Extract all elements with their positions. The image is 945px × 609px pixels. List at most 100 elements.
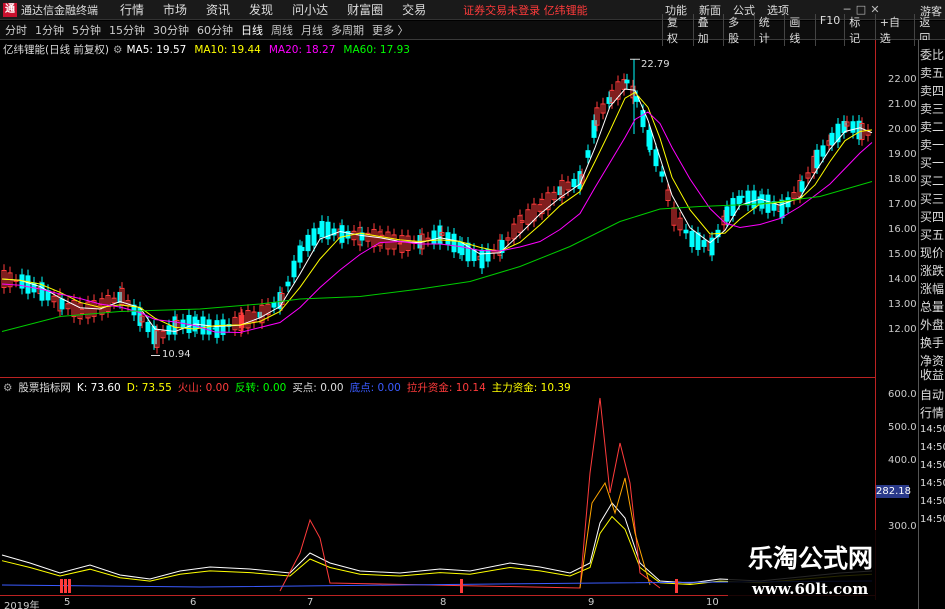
- ma5-value: MA5: 19.57: [126, 43, 187, 56]
- ma10-value: MA10: 19.44: [194, 43, 261, 56]
- ma20-line: [1, 111, 873, 334]
- candle-down: [829, 132, 835, 146]
- trade-time: 14:50: [920, 424, 945, 435]
- date-label: 8: [440, 597, 447, 608]
- indicator-name[interactable]: 股票指标网: [18, 380, 71, 395]
- low-price-label: 10.94: [162, 349, 191, 360]
- candle-down: [820, 145, 826, 157]
- candle-down: [799, 181, 805, 192]
- side-item: 买四: [920, 210, 945, 224]
- candle-down: [759, 194, 765, 209]
- candle-down: [850, 121, 856, 133]
- axis-label: 15.00: [888, 249, 917, 260]
- huoshan-value: 火山: 0.00: [177, 382, 230, 394]
- date-label: 2019年: [4, 601, 40, 609]
- candle-down: [339, 225, 345, 243]
- candle-down: [571, 178, 577, 188]
- candle-down: [431, 230, 437, 244]
- ma20-value: MA20: 18.27: [268, 43, 336, 56]
- axis-label: 22.00: [888, 74, 917, 85]
- candle-down: [166, 325, 172, 335]
- k-value: K: 73.60: [76, 381, 121, 394]
- date-label: 5: [64, 597, 71, 608]
- candle-down: [25, 275, 31, 294]
- candle-down: [59, 298, 65, 310]
- side-item[interactable]: 行情: [920, 404, 945, 421]
- side-item: 卖二: [920, 120, 945, 134]
- axis-label: 18.00: [888, 174, 917, 185]
- chedi-value: 底点: 0.00: [349, 382, 401, 394]
- axis-label: 21.00: [888, 99, 917, 110]
- candle-down: [683, 229, 689, 234]
- candle-down: [299, 246, 305, 252]
- gear-icon[interactable]: ⚙: [113, 44, 122, 56]
- candle-down: [214, 320, 220, 338]
- kline-chart[interactable]: [0, 0, 945, 609]
- candle-down: [311, 228, 317, 246]
- candle-down: [451, 233, 457, 253]
- side-item: 买五: [920, 228, 945, 242]
- candle-down: [751, 190, 757, 209]
- indicator-header: ⚙ 股票指标网 K: 73.60 D: 73.55 火山: 0.00 反转: 0…: [3, 380, 577, 395]
- fanzhuan-value: 反转: 0.00: [235, 382, 287, 394]
- axis-label: 13.00: [888, 299, 917, 310]
- side-item: 换手: [920, 336, 945, 350]
- candle-down: [779, 199, 785, 219]
- side-item: 现价: [920, 246, 945, 260]
- axis-label: 20.00: [888, 124, 917, 135]
- side-item: 卖四: [920, 84, 945, 98]
- candle-down: [271, 302, 277, 308]
- signal-bar: [675, 579, 678, 593]
- candle-down: [585, 150, 591, 158]
- trade-time: 14:50: [920, 442, 945, 453]
- panel-divider: [0, 377, 875, 378]
- candle-down: [739, 195, 745, 198]
- candle-down: [305, 234, 311, 252]
- maidian-value: 买点: 0.00: [292, 382, 344, 394]
- signal-bar: [64, 579, 67, 593]
- candle-down: [145, 321, 151, 333]
- candle-down: [814, 149, 820, 169]
- side-item: 买一: [920, 156, 945, 170]
- zhuli-value: 主力资金: 10.39: [491, 382, 571, 394]
- indicator-axis-label: 500.0: [888, 422, 917, 433]
- candle-down: [647, 133, 653, 150]
- side-item: 卖一: [920, 138, 945, 152]
- date-label: 7: [307, 597, 314, 608]
- signal-bar: [460, 579, 463, 593]
- side-item: 委比: [920, 48, 945, 62]
- trade-time: 14:50: [920, 478, 945, 489]
- watermark-title: 乐淘公式网: [748, 544, 874, 573]
- side-item: 买三: [920, 192, 945, 206]
- indicator-axis-label: 600.0: [888, 389, 917, 400]
- stock-name: 亿纬锂能(日线 前复权): [3, 44, 110, 56]
- candle-down: [689, 230, 695, 248]
- axis-label: 12.00: [888, 324, 917, 335]
- candle-down: [730, 198, 736, 216]
- side-item: 总量: [920, 300, 945, 314]
- candle-down: [695, 232, 701, 250]
- candle-down: [291, 260, 297, 278]
- side-item: 收益: [920, 368, 945, 382]
- side-item: 卖三: [920, 102, 945, 116]
- candle-down: [653, 149, 659, 167]
- candle-down: [319, 221, 325, 237]
- lashen-line: [279, 397, 661, 592]
- candle-down: [701, 240, 707, 247]
- trade-time: 14:50: [920, 514, 945, 525]
- side-item[interactable]: 自动: [920, 386, 945, 403]
- side-item: 卖五: [920, 66, 945, 80]
- kline-header: 亿纬锂能(日线 前复权) ⚙ MA5: 19.57 MA10: 19.44 MA…: [3, 42, 418, 57]
- watermark-url: www.60lt.com: [752, 580, 869, 598]
- trade-time: 14:50: [920, 460, 945, 471]
- signal-bar: [68, 579, 71, 593]
- signal-bar: [60, 579, 63, 593]
- trade-time: 14:50: [920, 496, 945, 507]
- candle-down: [724, 206, 730, 222]
- side-item: 外盘: [920, 318, 945, 332]
- gear-icon[interactable]: ⚙: [3, 382, 12, 394]
- axis-label: 16.00: [888, 224, 917, 235]
- side-item: 涨跌: [920, 264, 945, 278]
- ma60-value: MA60: 17.93: [343, 43, 410, 56]
- candle-down: [479, 249, 485, 269]
